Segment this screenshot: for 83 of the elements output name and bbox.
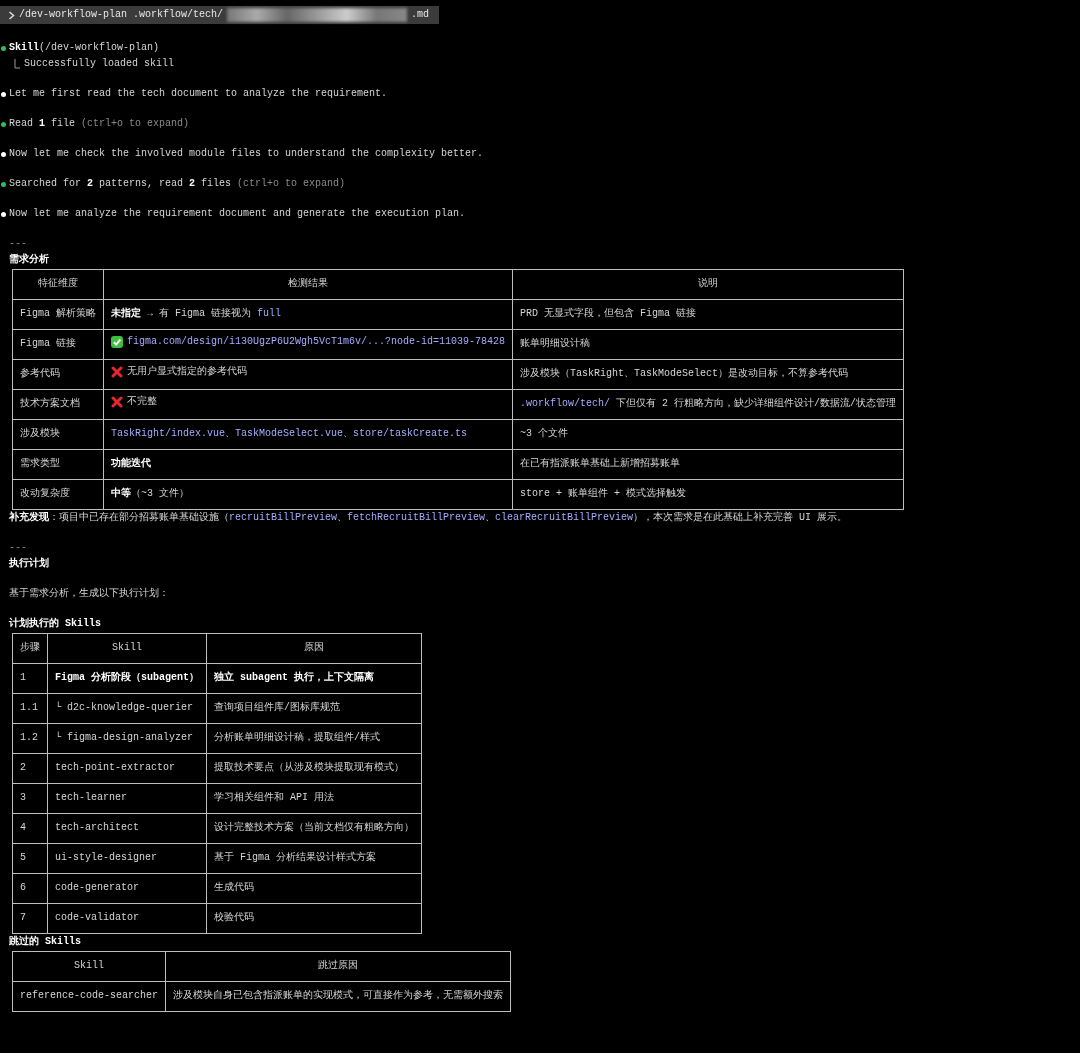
table-cell-text: Figma 解析策略 (20, 308, 96, 319)
table-cell-text: 功能迭代 (111, 458, 151, 469)
bullet-dot (1, 91, 6, 97)
table-cell-text: └ d2c-knowledge-querier (55, 702, 194, 713)
tool-call-text: Skill(/dev-workflow-plan) (9, 40, 160, 55)
section-heading: 计划执行的 Skills (9, 617, 101, 629)
message-text: Now let me analyze the requirement document and generate the execution plan. (9, 206, 466, 221)
table-cell-text: 不完整 (127, 395, 157, 409)
status-dot (1, 181, 6, 187)
result-text: Successfully loaded skill (24, 56, 175, 71)
table-cell-text: 学习相关组件和 API 用法 (214, 792, 335, 803)
table-cell-text: Figma 分析阶段（subagent） (55, 672, 199, 683)
table-cell-text: 分析账单明细设计稿，提取组件/样式 (214, 732, 381, 743)
table-cell-text: 7 (20, 912, 26, 923)
bullet-dot (1, 151, 6, 157)
table-cell-text: 未指定 → 有 Figma 链接视为 full (111, 308, 282, 319)
table-cell-text: 参考代码 (20, 368, 60, 379)
table-cell-text: figma.com/design/i130UgzP6U2Wgh5VcT1m6v/...?node-id=11039-78428 (127, 335, 506, 349)
command-text: /dev-workflow-plan .workflow/tech/ (19, 8, 224, 22)
table-cell-text: code-validator (55, 912, 139, 923)
section-heading: 跳过的 Skills (9, 935, 81, 947)
column-header: 检测结果 (288, 278, 329, 289)
column-header: 原因 (304, 642, 324, 653)
table-cell-text: PRD 无显式字段，但包含 Figma 链接 (520, 308, 697, 319)
table-cell-text: 中等（~3 文件） (111, 488, 190, 499)
table-cell-text: ui-style-designer (55, 852, 158, 863)
table-cell-text: 1.2 (20, 732, 38, 743)
table-cell-text: 基于 Figma 分析结果设计样式方案 (214, 852, 377, 863)
result-marker-icon (14, 58, 20, 69)
table-cell-text: tech-architect (55, 822, 139, 833)
column-header: 说明 (698, 278, 719, 289)
column-header: 特征维度 (38, 278, 78, 289)
table-cell-text: 技术方案文档 (20, 398, 80, 409)
tool-call-text: Read 1 file (ctrl+o to expand) (9, 116, 190, 131)
tool-call-text: Searched for 2 patterns, read 2 files (ctrl+o to expand) (9, 176, 346, 191)
table-cell-text: 6 (20, 882, 26, 893)
paragraph-text: 补充发现：项目中已存在部分招募账单基础设施（recruitBillPreview、fetchRecruitBillPreview、clearRecruitBillPreview），本次需求是在此基础上补充完善 UI 展示。 (9, 511, 848, 523)
rule-text: --- (9, 541, 27, 553)
table-cell-text: TaskRight/index.vue、TaskModeSelect.vue、store/taskCreate.ts (111, 428, 468, 439)
column-header: 跳过原因 (318, 960, 359, 971)
rule-text: --- (9, 237, 27, 249)
table-cell-text: 独立 subagent 执行，上下文隔离 (214, 672, 375, 683)
table-cell-text: store + 账单组件 + 模式选择触发 (520, 488, 687, 499)
table-cell-text: 1 (20, 672, 26, 683)
table-cell-text: 2 (20, 762, 26, 773)
table-cell-text: tech-learner (55, 792, 127, 803)
table-cell-text: 设计完整技术方案（当前文档仅有粗略方向） (214, 822, 414, 833)
table-cell-text: 1.1 (20, 702, 38, 713)
bullet-dot (1, 211, 6, 217)
column-header: Skill (112, 642, 142, 653)
table-cell-text: 生成代码 (214, 882, 254, 893)
message-text: Now let me check the involved module files to understand the complexity better. (9, 146, 484, 161)
table-cell-text: 改动复杂度 (20, 488, 70, 499)
prompt-icon (8, 10, 15, 20)
paragraph-text: 基于需求分析，生成以下执行计划： (9, 587, 169, 599)
table-cell-text: 涉及模块 (20, 428, 60, 439)
column-header: Skill (74, 960, 104, 971)
table-cell-text: 查询项目组件库/图标库规范 (214, 702, 341, 713)
table-cell-text: 校验代码 (214, 912, 254, 923)
column-header: 步骤 (20, 642, 40, 653)
table-cell-text: 提取技术要点（从涉及模块提取现有模式） (214, 762, 404, 773)
message-text: Let me first read the tech document to analyze the requirement. (9, 86, 388, 101)
table-cell-text: code-generator (55, 882, 139, 893)
table-cell-text: 4 (20, 822, 26, 833)
section-heading: 执行计划 (9, 557, 49, 569)
status-dot (1, 121, 6, 127)
table-cell-text: .workflow/tech/ 下但仅有 2 行粗略方向，缺少详细组件设计/数据流/状态管理 (520, 398, 897, 409)
table-cell-text: 3 (20, 792, 26, 803)
table-cell-text: 账单明细设计稿 (520, 338, 591, 349)
table-cell-text: 涉及模块（TaskRight、TaskModeSelect）是改动目标，不算参考代码 (520, 368, 849, 379)
section-heading: 需求分析 (9, 253, 49, 265)
table-cell-text: └ figma-design-analyzer (55, 732, 194, 743)
table-cell-text: 无用户显式指定的参考代码 (127, 365, 247, 379)
table-cell-text: 需求类型 (20, 458, 60, 469)
table-cell-text: Figma 链接 (20, 338, 76, 349)
table-cell-text: reference-code-searcher (20, 990, 159, 1001)
file-extension: .md (411, 8, 430, 22)
table-cell-text: 涉及模块自身已包含指派账单的实现模式，可直接作为参考，无需额外搜索 (173, 990, 504, 1001)
status-dot (1, 45, 6, 51)
table-cell-text: 5 (20, 852, 26, 863)
table-cell-text: ~3 个文件 (520, 428, 569, 439)
table-cell-text: tech-point-extractor (55, 762, 176, 773)
table-cell-text: 在已有指派账单基础上新增招募账单 (520, 458, 681, 469)
